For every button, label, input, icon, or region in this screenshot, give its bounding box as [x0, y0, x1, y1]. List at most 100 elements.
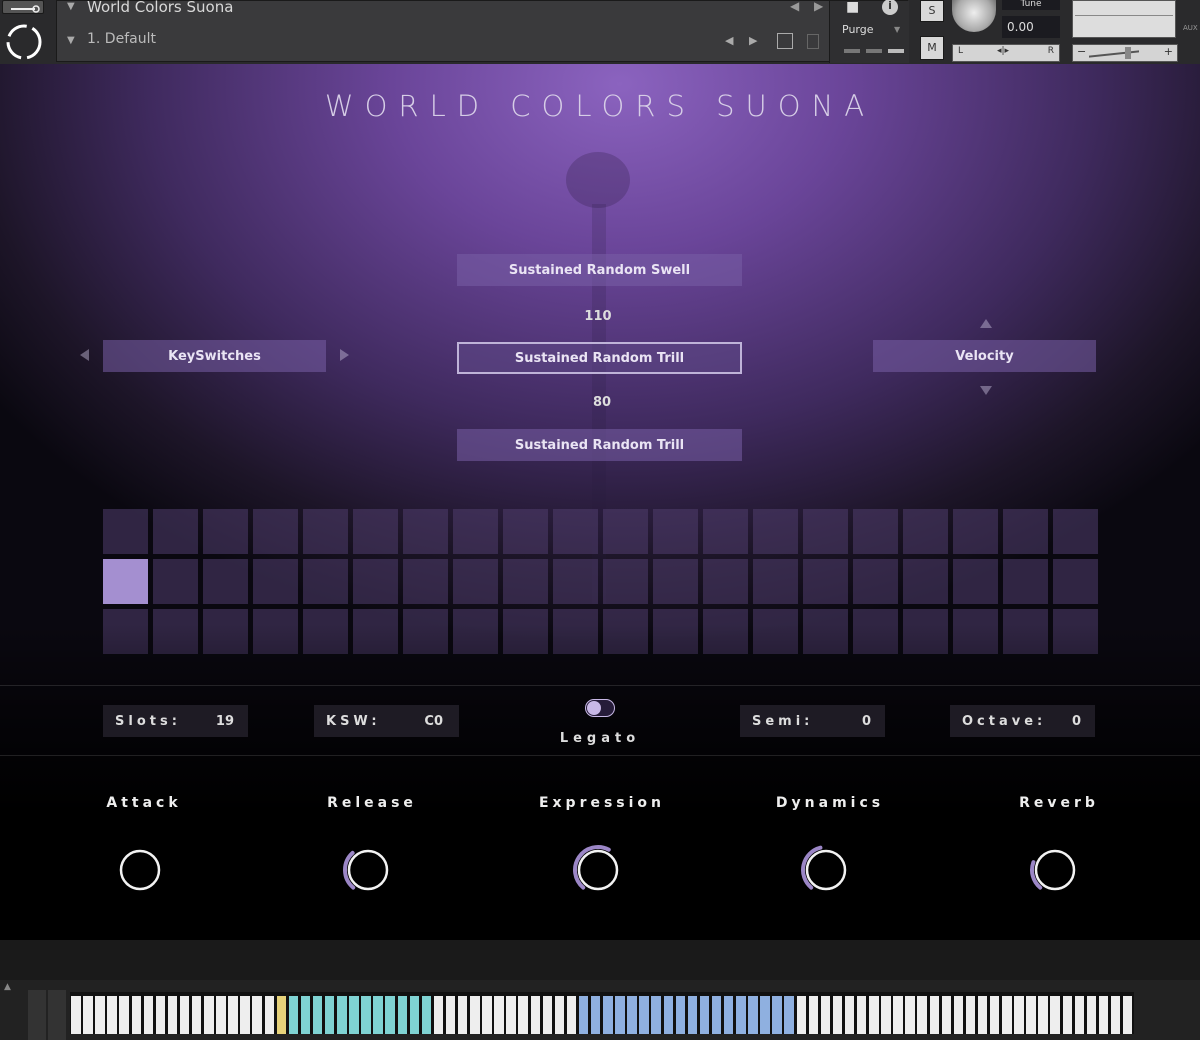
piano-white-key[interactable]: [288, 996, 299, 1034]
keyswitch-slot-cell[interactable]: [953, 509, 998, 554]
keyswitch-slot-cell[interactable]: [1003, 559, 1048, 604]
piano-white-key[interactable]: [687, 996, 698, 1034]
keyswitch-slot-cell[interactable]: [703, 559, 748, 604]
piano-white-key[interactable]: [844, 996, 855, 1034]
keyswitch-slot-cell[interactable]: [603, 509, 648, 554]
piano-white-key[interactable]: [1110, 996, 1121, 1034]
piano-white-key[interactable]: [941, 996, 952, 1034]
piano-white-key[interactable]: [977, 996, 988, 1034]
next-instrument-icon[interactable]: ▶: [814, 0, 823, 13]
piano-white-key[interactable]: [736, 996, 746, 1034]
piano-white-key[interactable]: [530, 996, 541, 1034]
piano-white-key[interactable]: [639, 996, 649, 1034]
keyswitch-slot-cell[interactable]: [1053, 559, 1098, 604]
articulation-slot-selected[interactable]: Sustained Random Trill: [457, 342, 742, 374]
piano-white-key[interactable]: [167, 996, 178, 1034]
slots-value[interactable]: 19: [216, 714, 234, 729]
keyswitch-slot-cell[interactable]: [753, 559, 798, 604]
piano-white-key[interactable]: [337, 996, 347, 1034]
piano-white-key[interactable]: [929, 996, 940, 1034]
mod-wheel[interactable]: [48, 990, 66, 1040]
camera-icon[interactable]: ■: [846, 0, 859, 15]
pan-slider[interactable]: L ◂|▸ R: [952, 44, 1060, 62]
keyswitch-slot-cell[interactable]: [103, 509, 148, 554]
piano-white-key[interactable]: [905, 996, 915, 1034]
piano-white-key[interactable]: [542, 996, 553, 1034]
volume-slider[interactable]: − +: [1072, 44, 1178, 62]
articulation-slot-bottom[interactable]: Sustained Random Trill: [457, 429, 742, 461]
piano-white-key[interactable]: [324, 996, 335, 1034]
piano-white-key[interactable]: [723, 996, 734, 1034]
keyswitch-slot-cell[interactable]: [603, 559, 648, 604]
piano-white-key[interactable]: [131, 996, 142, 1034]
keyswitch-slot-cell[interactable]: [453, 559, 498, 604]
purge-dropdown-icon[interactable]: ▼: [894, 25, 900, 34]
piano-white-key[interactable]: [989, 996, 1000, 1034]
piano-white-key[interactable]: [917, 996, 927, 1034]
piano-white-key[interactable]: [1074, 996, 1085, 1034]
keyswitch-slot-cell[interactable]: [403, 559, 448, 604]
keyswitches-button[interactable]: KeySwitches: [103, 340, 326, 372]
piano-white-key[interactable]: [893, 996, 903, 1034]
keyswitch-slot-cell[interactable]: [403, 509, 448, 554]
piano-white-key[interactable]: [421, 996, 432, 1034]
piano-white-key[interactable]: [397, 996, 408, 1034]
keyswitch-slot-cell[interactable]: [253, 559, 298, 604]
pitch-wheel[interactable]: [28, 990, 46, 1040]
piano-white-key[interactable]: [204, 996, 214, 1034]
delete-icon[interactable]: [807, 34, 819, 49]
piano-white-key[interactable]: [216, 996, 226, 1034]
velocity-button[interactable]: Velocity: [873, 340, 1096, 372]
keyswitch-slot-cell[interactable]: [203, 559, 248, 604]
keyswitch-slot-cell[interactable]: [303, 559, 348, 604]
piano-white-key[interactable]: [965, 996, 976, 1034]
instrument-name[interactable]: World Colors Suona: [87, 0, 233, 16]
keyswitch-slot-cell[interactable]: [803, 559, 848, 604]
piano-white-key[interactable]: [155, 996, 166, 1034]
keyswitch-slot-cell[interactable]: [253, 509, 298, 554]
piano-keyboard[interactable]: [70, 992, 1134, 1034]
piano-white-key[interactable]: [107, 996, 117, 1034]
keyswitch-slot-cell[interactable]: [153, 509, 198, 554]
keyswitch-slot-cell[interactable]: [803, 509, 848, 554]
volume-plus[interactable]: +: [1164, 45, 1173, 58]
piano-white-key[interactable]: [1086, 996, 1097, 1034]
keyswitch-slot-cell[interactable]: [1053, 509, 1098, 554]
keyswitch-slot-cell[interactable]: [953, 559, 998, 604]
piano-white-key[interactable]: [627, 996, 637, 1034]
piano-white-key[interactable]: [651, 996, 661, 1034]
keyswitch-slot-cell[interactable]: [753, 509, 798, 554]
info-icon[interactable]: i: [882, 0, 898, 15]
piano-white-key[interactable]: [590, 996, 601, 1034]
knob-attack[interactable]: [110, 840, 164, 894]
dropdown-arrow-icon[interactable]: ▼: [67, 1, 75, 12]
keyswitches-next-arrow-icon[interactable]: [340, 349, 349, 361]
piano-white-key[interactable]: [784, 996, 794, 1034]
articulation-slot-top[interactable]: Sustained Random Swell: [457, 254, 742, 286]
piano-white-key[interactable]: [748, 996, 758, 1034]
piano-white-key[interactable]: [1002, 996, 1012, 1034]
piano-white-key[interactable]: [276, 996, 287, 1034]
piano-white-key[interactable]: [699, 996, 710, 1034]
preset-name[interactable]: 1. Default: [87, 31, 156, 47]
keyswitch-slot-cell[interactable]: [553, 559, 598, 604]
piano-white-key[interactable]: [264, 996, 275, 1034]
keyswitch-slot-cell[interactable]: [103, 559, 148, 604]
piano-white-key[interactable]: [675, 996, 686, 1034]
piano-white-key[interactable]: [869, 996, 879, 1034]
piano-white-key[interactable]: [518, 996, 528, 1034]
piano-white-key[interactable]: [349, 996, 359, 1034]
piano-white-key[interactable]: [615, 996, 625, 1034]
keyboard-scroll-up-icon[interactable]: ▲: [4, 982, 11, 992]
keyswitch-slot-cell[interactable]: [503, 509, 548, 554]
piano-white-key[interactable]: [373, 996, 383, 1034]
solo-button[interactable]: S: [920, 0, 944, 22]
slots-field[interactable]: Slots: 19: [103, 705, 248, 737]
piano-white-key[interactable]: [506, 996, 516, 1034]
next-preset-icon[interactable]: ▶: [749, 34, 757, 47]
piano-white-key[interactable]: [143, 996, 154, 1034]
piano-white-key[interactable]: [95, 996, 105, 1034]
piano-white-key[interactable]: [1026, 996, 1036, 1034]
piano-white-key[interactable]: [240, 996, 250, 1034]
keyswitch-slot-cell[interactable]: [703, 509, 748, 554]
